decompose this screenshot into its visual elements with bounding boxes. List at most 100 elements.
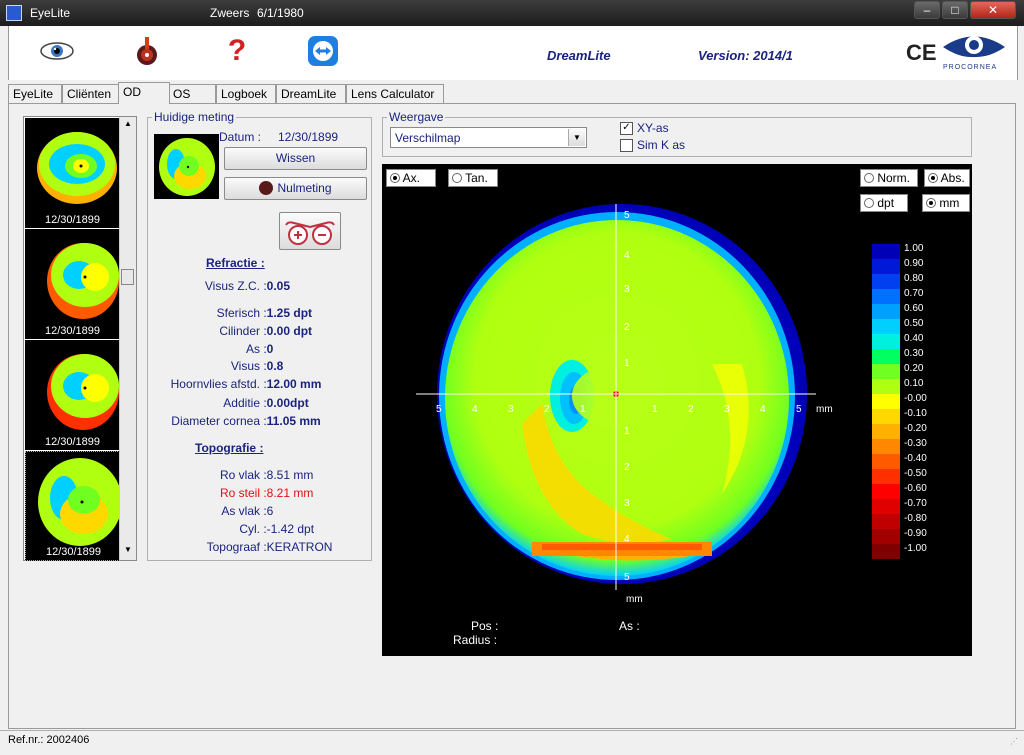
y-tick: 4 <box>624 250 630 261</box>
row-label: Cilinder <box>219 324 260 338</box>
list-item[interactable]: 12/30/1899 <box>25 118 120 228</box>
lens-tool-icon[interactable] <box>131 35 163 67</box>
scale-label: -0.50 <box>904 468 927 479</box>
refractie-row: Hoornvlies afstd. :12.00 mm <box>150 377 322 391</box>
scale-swatch <box>872 484 900 499</box>
nulmeting-button[interactable]: Nulmeting <box>224 177 367 200</box>
scale-label: 1.00 <box>904 243 924 254</box>
resize-grip-icon[interactable]: ⋰ <box>1010 737 1020 747</box>
nulmeting-icon <box>259 181 274 195</box>
tab-logboek[interactable]: Logboek <box>216 84 276 103</box>
scale-label: 0.70 <box>904 288 924 299</box>
measurement-list[interactable]: 12/30/1899 12/30/1899 12/30/1899 12/30/1… <box>23 116 137 561</box>
scale-swatch <box>872 394 900 409</box>
scale-swatch <box>872 274 900 289</box>
scale-label: 0.80 <box>904 273 924 284</box>
scale-label: 0.50 <box>904 318 924 329</box>
scale-swatch <box>872 439 900 454</box>
y-tick: 5 <box>624 572 630 583</box>
xy-as-checkbox[interactable]: ✓ <box>620 122 633 135</box>
row-value: 6 <box>266 504 274 518</box>
refractie-row: Visus :0.8 <box>150 359 284 373</box>
radio-on-icon <box>926 198 936 208</box>
tab-lens-calculator[interactable]: Lens Calculator <box>346 84 444 103</box>
title-bar: EyeLite Zweers 6/1/1980 – □ ✕ <box>0 0 1024 26</box>
y-tick: 1 <box>624 358 630 369</box>
row-value: 0.00 dpt <box>266 324 313 338</box>
row-value: 8.51 mm <box>266 468 314 482</box>
row-label: Topograaf <box>206 540 260 554</box>
row-label: Cyl. <box>239 522 260 536</box>
topografie-row: As vlak :6 <box>150 504 273 518</box>
row-value: 0 <box>266 342 274 356</box>
datum-label: Datum : <box>219 130 262 144</box>
refractie-row: Diameter cornea :11.05 mm <box>150 414 321 428</box>
maximize-button[interactable]: □ <box>942 1 968 19</box>
list-item[interactable]: 12/30/1899 <box>25 451 120 561</box>
scroll-down-icon[interactable]: ▼ <box>124 545 132 554</box>
tab-clienten[interactable]: Cliënten <box>62 84 126 103</box>
scale-label: -0.30 <box>904 438 927 449</box>
scale-swatch <box>872 409 900 424</box>
row-label: Sferisch <box>216 306 260 320</box>
scale-label: 0.30 <box>904 348 924 359</box>
scale-swatch <box>872 319 900 334</box>
refractie-row: Visus Z.C. :0.05 <box>150 279 290 293</box>
topografie-row: Ro steil :8.21 mm <box>150 486 313 500</box>
scale-label: 0.20 <box>904 363 924 374</box>
tab-eyelite[interactable]: EyeLite <box>8 84 62 103</box>
chevron-down-icon[interactable]: ▼ <box>568 129 585 146</box>
scroll-up-icon[interactable]: ▲ <box>124 119 132 128</box>
radio-abs-label: Abs. <box>940 171 965 185</box>
color-scale: 1.00 0.90 0.80 0.70 0.60 0.50 0.40 0.30 0.20 0.10… <box>872 243 968 564</box>
help-icon[interactable]: ? <box>221 35 253 67</box>
nulmeting-label: Nulmeting <box>277 181 332 195</box>
weergave-select[interactable]: Verschilmap ▼ <box>390 127 587 148</box>
x-unit: mm <box>816 404 833 415</box>
topografie-row: Cyl. :-1.42 dpt <box>150 522 314 536</box>
x-tick: 3 <box>508 404 514 415</box>
list-item[interactable]: 12/30/1899 <box>25 340 120 450</box>
radio-abs[interactable]: Abs. <box>924 169 970 187</box>
x-tick: 5 <box>796 404 802 415</box>
radio-norm-label: Norm. <box>877 171 911 185</box>
scale-swatch <box>872 544 900 559</box>
group-label: Huidige meting <box>152 110 237 124</box>
refractie-row: Additie :0.00dpt <box>150 396 308 410</box>
topography-map[interactable]: Ax. Tan. Norm. Abs. dpt mm 5 4 3 2 1 1 2… <box>382 164 972 610</box>
row-label: Diameter cornea <box>171 414 260 428</box>
minimize-button[interactable]: – <box>914 1 940 19</box>
radio-mm[interactable]: mm <box>922 194 970 212</box>
thumb-date: 12/30/1899 <box>44 436 101 448</box>
scale-swatch <box>872 514 900 529</box>
list-scrollbar[interactable]: ▲ ▼ <box>119 117 136 560</box>
wissen-button[interactable]: Wissen <box>224 147 367 170</box>
radio-dpt-label: dpt <box>877 196 895 210</box>
y-tick: 3 <box>624 498 630 509</box>
list-item[interactable]: 12/30/1899 <box>25 229 120 339</box>
sim-k-checkbox[interactable] <box>620 139 633 152</box>
teamviewer-icon[interactable] <box>307 35 339 67</box>
row-label: Visus Z.C. <box>204 279 260 293</box>
radio-norm[interactable]: Norm. <box>860 169 918 187</box>
tab-dreamlite[interactable]: DreamLite <box>276 84 346 103</box>
current-thumbnail <box>154 134 219 199</box>
row-value: 11.05 mm <box>266 414 321 428</box>
scale-label: -0.90 <box>904 528 927 539</box>
radio-off-icon <box>864 173 874 183</box>
topografie-row: Topograaf :KERATRON <box>150 540 333 554</box>
sim-k-label: Sim K as <box>637 138 686 152</box>
eye-icon[interactable] <box>39 35 74 67</box>
scroll-thumb[interactable] <box>121 269 134 285</box>
tab-os[interactable]: OS <box>168 84 216 103</box>
glasses-button[interactable] <box>279 212 341 250</box>
close-button[interactable]: ✕ <box>970 1 1016 19</box>
tab-od[interactable]: OD <box>118 82 170 104</box>
y-tick: 2 <box>624 322 630 333</box>
radio-off-icon <box>864 198 874 208</box>
xy-as-label: XY-as <box>637 121 669 135</box>
x-tick: 2 <box>688 404 694 415</box>
scale-label: 0.90 <box>904 258 924 269</box>
radio-dpt[interactable]: dpt <box>860 194 908 212</box>
row-value: 1.25 dpt <box>266 306 313 320</box>
